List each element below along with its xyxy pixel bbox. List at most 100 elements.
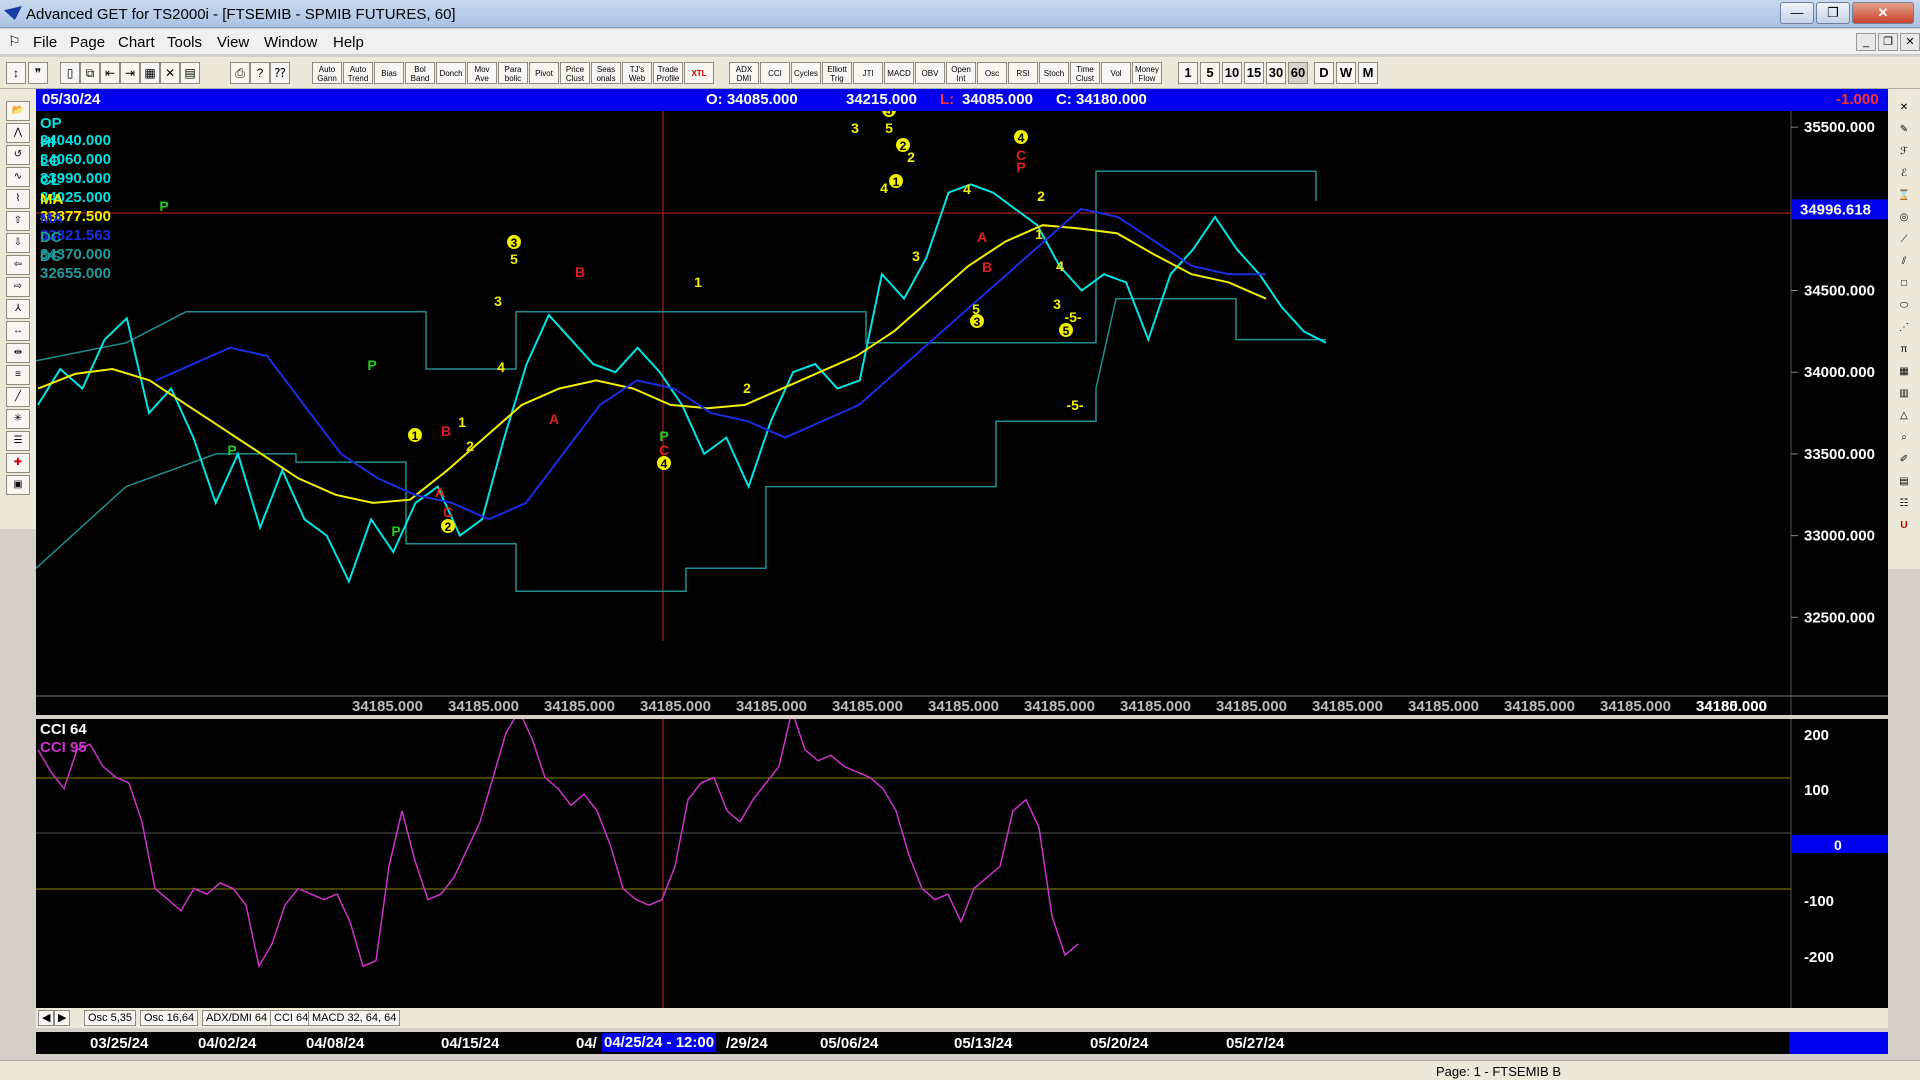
- tab-osc-5-35[interactable]: Osc 5,35: [84, 1010, 137, 1026]
- context-help-icon[interactable]: ⁇: [270, 62, 290, 84]
- period-daily[interactable]: D: [1314, 62, 1334, 84]
- price-chart-panel[interactable]: PPPP1B12AC24335BA12PC4355221443AB534CP21…: [35, 103, 1888, 715]
- tab-osc-16-64[interactable]: Osc 16,64: [140, 1010, 199, 1026]
- fib-retrace-icon[interactable]: ℱ: [1892, 143, 1916, 163]
- tab-scroll-right[interactable]: ▶: [54, 1010, 71, 1026]
- crosshair-icon[interactable]: ✚: [6, 453, 30, 473]
- triangle-icon[interactable]: △: [1892, 407, 1916, 427]
- study-bol-band[interactable]: Bol Band: [405, 62, 435, 84]
- study-cci[interactable]: CCI: [760, 62, 790, 84]
- arrow-down-icon[interactable]: ⇩: [6, 233, 30, 253]
- save-icon[interactable]: ▣: [6, 475, 30, 495]
- menu-view[interactable]: View: [217, 34, 249, 51]
- scroll-right-icon[interactable]: ⇥: [120, 62, 140, 84]
- tab-adx-dmi[interactable]: ADX/DMI 64: [202, 1010, 272, 1026]
- mob-icon[interactable]: ▥: [1892, 385, 1916, 405]
- ellipse-icon[interactable]: ⬭: [1892, 297, 1916, 317]
- print-icon[interactable]: ⎙: [230, 62, 250, 84]
- study-bias[interactable]: Bias: [374, 62, 404, 84]
- cci-chart[interactable]: [36, 708, 1888, 1008]
- study-price-clust[interactable]: Price Clust: [560, 62, 590, 84]
- period-15[interactable]: 15: [1244, 62, 1264, 84]
- close-study-icon[interactable]: ✕: [1892, 99, 1916, 119]
- magnet-icon[interactable]: U: [1892, 517, 1916, 537]
- study-pivot[interactable]: Pivot: [529, 62, 559, 84]
- menu-help[interactable]: Help: [333, 34, 364, 51]
- scroll-left-icon[interactable]: ⇤: [100, 62, 120, 84]
- pointer-icon[interactable]: ↕: [6, 62, 26, 84]
- new-page-icon[interactable]: ▯: [60, 62, 80, 84]
- menu-chart[interactable]: Chart: [118, 34, 155, 51]
- tab-scroll-left[interactable]: ◀: [38, 1010, 55, 1026]
- square-icon[interactable]: □: [1892, 275, 1916, 295]
- period-60[interactable]: 60: [1288, 62, 1308, 84]
- study-auto-gann[interactable]: Auto Gann: [312, 62, 342, 84]
- minimize-button[interactable]: —: [1780, 2, 1814, 24]
- table-icon[interactable]: ▦: [1892, 363, 1916, 383]
- period-30[interactable]: 30: [1266, 62, 1286, 84]
- period-10[interactable]: 10: [1222, 62, 1242, 84]
- study-cycles[interactable]: Cycles: [791, 62, 821, 84]
- elliott-icon[interactable]: ⌇: [6, 189, 30, 209]
- mdi-close-button[interactable]: ✕: [1900, 33, 1920, 51]
- cci-panel[interactable]: CCI 64 CCI 95 200 100 0 -100 -200: [36, 708, 1888, 1008]
- paint-icon[interactable]: ✐: [1892, 451, 1916, 471]
- study-parabolic[interactable]: Para bolic: [498, 62, 528, 84]
- reset-icon[interactable]: ↺: [6, 145, 30, 165]
- period-1[interactable]: 1: [1178, 62, 1198, 84]
- lines-icon[interactable]: ≡: [6, 365, 30, 385]
- pen-icon[interactable]: ✎: [1892, 121, 1916, 141]
- pti-icon[interactable]: π: [1892, 341, 1916, 361]
- study-macd[interactable]: MACD: [884, 62, 914, 84]
- gann-icon[interactable]: ✳: [6, 409, 30, 429]
- study-jti[interactable]: JTI: [853, 62, 883, 84]
- tab-macd[interactable]: MACD 32, 64, 64: [308, 1010, 401, 1026]
- mdi-restore-button[interactable]: ❐: [1878, 33, 1898, 51]
- close-button[interactable]: ✕: [1852, 2, 1914, 24]
- expand-icon[interactable]: ↔: [6, 321, 30, 341]
- channel-icon[interactable]: ⫽: [1892, 253, 1916, 273]
- price-chart[interactable]: PPPP1 B12AC24335BA12PC43552214 43AB534CP21…: [35, 103, 1888, 715]
- copy-page-icon[interactable]: ⧉: [80, 62, 100, 84]
- study-icon[interactable]: ∿: [6, 167, 30, 187]
- study-auto-trend[interactable]: Auto Trend: [343, 62, 373, 84]
- zoom-icon[interactable]: ⌕: [1892, 429, 1916, 449]
- fan-icon[interactable]: ⟋: [1892, 231, 1916, 251]
- list-icon[interactable]: ☷: [1892, 495, 1916, 515]
- menu-window[interactable]: Window: [264, 34, 317, 51]
- study-elliott-trig[interactable]: Elliott Trig: [822, 62, 852, 84]
- zigzag-icon[interactable]: ⋀: [6, 123, 30, 143]
- study-donch[interactable]: Donch: [436, 62, 466, 84]
- gann-fan-icon[interactable]: ⋰: [1892, 319, 1916, 339]
- study-open-int[interactable]: Open Int: [946, 62, 976, 84]
- period-monthly[interactable]: M: [1358, 62, 1378, 84]
- fib-icon[interactable]: ☰: [6, 431, 30, 451]
- study-xtl[interactable]: XTL: [684, 62, 714, 84]
- period-5[interactable]: 5: [1200, 62, 1220, 84]
- arrow-up-icon[interactable]: ⇧: [6, 211, 30, 231]
- cycle-icon[interactable]: ◎: [1892, 209, 1916, 229]
- study-obv[interactable]: OBV: [915, 62, 945, 84]
- layout-icon[interactable]: ▤: [180, 62, 200, 84]
- tab-cci-64[interactable]: CCI 64: [270, 1010, 313, 1026]
- study-time-clust[interactable]: Time Clust: [1070, 62, 1100, 84]
- study-tjs-web[interactable]: TJ's Web: [622, 62, 652, 84]
- arrow-right-icon[interactable]: ⇨: [6, 277, 30, 297]
- study-rsi[interactable]: RSI: [1008, 62, 1038, 84]
- arrow-left-icon[interactable]: ⇦: [6, 255, 30, 275]
- fib-extension-icon[interactable]: ℰ: [1892, 165, 1916, 185]
- grid-tool-icon[interactable]: ▤: [1892, 473, 1916, 493]
- study-seasonals[interactable]: Seas onals: [591, 62, 621, 84]
- study-adx-dmi[interactable]: ADX DMI: [729, 62, 759, 84]
- menu-page[interactable]: Page: [70, 34, 105, 51]
- study-stoch[interactable]: Stoch: [1039, 62, 1069, 84]
- quote-icon[interactable]: ❞: [28, 62, 48, 84]
- study-money-flow[interactable]: Money Flow: [1132, 62, 1162, 84]
- study-vol[interactable]: Vol: [1101, 62, 1131, 84]
- trend-lines-icon[interactable]: ╱: [6, 387, 30, 407]
- wave-count-icon[interactable]: ⅄: [6, 299, 30, 319]
- compress-icon[interactable]: ⇹: [6, 343, 30, 363]
- fib-time-icon[interactable]: ⌛: [1892, 187, 1916, 207]
- delete-icon[interactable]: ✕: [160, 62, 180, 84]
- maximize-button[interactable]: ❐: [1816, 2, 1850, 24]
